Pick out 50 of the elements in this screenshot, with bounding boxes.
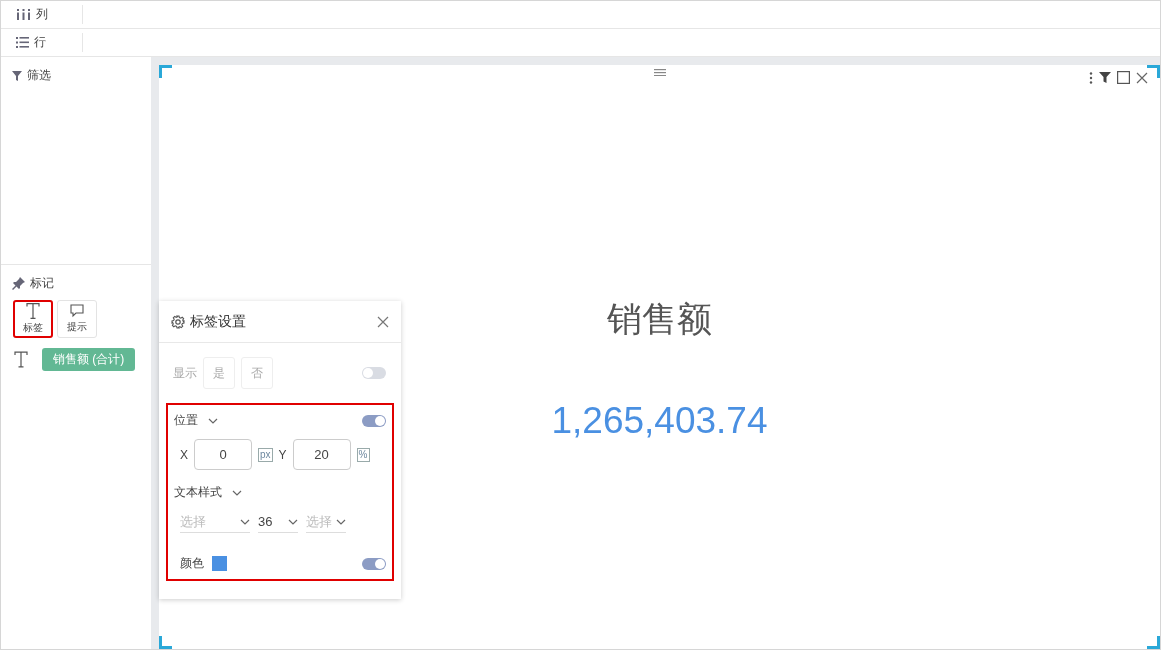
settings-icon	[171, 314, 185, 329]
resize-handle[interactable]	[1147, 636, 1160, 649]
field-label: Y	[278, 447, 287, 462]
color-swatch[interactable]	[212, 556, 227, 571]
expand-chevron-icon[interactable]	[208, 417, 218, 424]
input-field[interactable]: 0	[194, 439, 252, 470]
drag-handle-icon[interactable]	[653, 69, 666, 76]
close-icon[interactable]	[1136, 71, 1148, 84]
mark-type-button[interactable]: 提示	[57, 300, 97, 338]
expand-chevron-icon[interactable]	[232, 489, 242, 496]
filter-icon	[12, 70, 22, 81]
list-icon	[16, 37, 29, 48]
more-icon[interactable]	[1089, 71, 1093, 84]
resize-handle[interactable]	[159, 65, 172, 78]
shelf-label: 行	[34, 34, 46, 51]
section-title: 筛选	[27, 67, 51, 84]
section-title: 标记	[30, 275, 54, 292]
unit-toggle[interactable]: %	[356, 447, 370, 462]
maximize-icon[interactable]	[1117, 71, 1130, 84]
option-button[interactable]: 是	[203, 357, 235, 389]
section-label: 位置	[174, 412, 198, 429]
close-icon[interactable]	[377, 315, 389, 328]
field-pill[interactable]: 销售额 (合计)	[42, 348, 136, 371]
card-title: 销售额	[607, 298, 712, 340]
toggle-switch[interactable]	[362, 367, 386, 379]
chevron-icon[interactable]	[336, 518, 346, 525]
chevron-icon[interactable]	[288, 518, 298, 525]
shelf-label: 列	[36, 6, 48, 23]
panel-title: 标签设置	[190, 312, 246, 331]
field-label: X	[180, 447, 188, 462]
unit-toggle[interactable]: px	[258, 447, 273, 462]
filter-icon[interactable]	[1099, 72, 1111, 83]
chevron-icon[interactable]	[240, 518, 250, 525]
text-icon	[26, 303, 40, 319]
field-label: 颜色	[180, 555, 204, 572]
size-dropdown[interactable]: 36	[258, 511, 298, 533]
section-label: 文本样式	[174, 484, 222, 501]
option-button[interactable]: 否	[241, 357, 273, 389]
mark-type-button[interactable]: 标签	[13, 300, 53, 338]
pin-icon	[12, 277, 25, 290]
field-label: 显示	[173, 364, 197, 382]
resize-handle[interactable]	[159, 636, 172, 649]
columns-icon	[16, 9, 31, 20]
toggle-switch[interactable]	[362, 557, 386, 570]
resize-handle[interactable]	[1147, 65, 1160, 78]
toggle-switch[interactable]	[362, 414, 386, 427]
metric-value: 1,265,403.74	[551, 399, 768, 443]
speech-bubble-icon	[70, 304, 84, 318]
text-icon	[14, 351, 28, 368]
input-field[interactable]: 20	[292, 439, 351, 470]
